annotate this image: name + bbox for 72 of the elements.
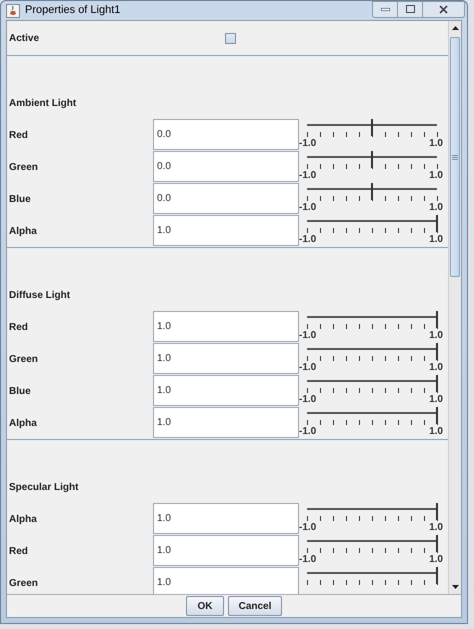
min-label: -1.0 xyxy=(299,363,316,373)
maximize-icon xyxy=(406,5,414,13)
scroll-down-icon xyxy=(452,585,458,589)
value-field[interactable]: 0.0 xyxy=(153,151,299,182)
slider-track[interactable] xyxy=(307,535,437,555)
channel-label: Red xyxy=(8,545,29,559)
value-field[interactable]: 1.0 xyxy=(153,375,299,406)
value-field[interactable]: 1.0 xyxy=(153,407,299,438)
max-label: 1.0 xyxy=(429,555,443,565)
slider-track[interactable] xyxy=(307,343,437,363)
slider-track[interactable] xyxy=(307,311,437,331)
value-field[interactable]: 1.0 xyxy=(153,503,299,534)
slider-track[interactable] xyxy=(307,503,437,523)
channel-label: Blue xyxy=(8,385,32,399)
vertical-scrollbar[interactable] xyxy=(448,21,461,594)
min-label: -1.0 xyxy=(299,395,316,405)
active-checkbox[interactable] xyxy=(225,32,236,44)
min-label: -1.0 xyxy=(299,555,316,565)
channel-label: Red xyxy=(8,321,29,335)
scrollbar-thumb[interactable] xyxy=(450,37,460,277)
max-label: 1.0 xyxy=(429,331,443,341)
value-field[interactable]: 1.0 xyxy=(153,311,299,342)
min-label: -1.0 xyxy=(299,235,316,245)
channel-label: Blue xyxy=(8,193,32,207)
max-label: 1.0 xyxy=(429,235,443,245)
max-label: 1.0 xyxy=(429,427,443,437)
slider-track[interactable] xyxy=(307,567,437,587)
dialog-button[interactable]: Cancel xyxy=(228,596,282,616)
scroll-up-icon xyxy=(452,26,458,30)
slider-track[interactable] xyxy=(307,215,437,235)
max-label: 1.0 xyxy=(429,363,443,373)
value-field[interactable]: 0.0 xyxy=(153,183,299,214)
value-field[interactable]: 1.0 xyxy=(153,567,299,594)
java-cup-icon xyxy=(6,4,20,18)
window-title: Properties of Light1 xyxy=(25,3,120,18)
min-label: -1.0 xyxy=(299,523,316,533)
active-label: Active xyxy=(8,32,40,46)
section-heading: Ambient Light xyxy=(8,97,76,111)
max-label: 1.0 xyxy=(429,203,443,213)
channel-label: Alpha xyxy=(8,417,38,431)
max-label: 1.0 xyxy=(429,395,443,405)
max-label: 1.0 xyxy=(429,139,443,149)
section-heading: Diffuse Light xyxy=(8,289,70,303)
channel-label: Green xyxy=(8,161,39,175)
dialog-button[interactable]: OK xyxy=(186,596,224,616)
min-label: -1.0 xyxy=(299,171,316,181)
channel-label: Green xyxy=(8,353,39,367)
min-label: -1.0 xyxy=(299,427,316,437)
min-label: -1.0 xyxy=(299,139,316,149)
value-field[interactable]: 0.0 xyxy=(153,119,299,150)
slider-track[interactable] xyxy=(307,407,437,427)
channel-label: Red xyxy=(8,129,29,143)
slider-track[interactable] xyxy=(307,183,437,203)
max-label: 1.0 xyxy=(429,171,443,181)
slider-track[interactable] xyxy=(307,375,437,395)
channel-label: Green xyxy=(8,577,39,591)
close-icon xyxy=(439,4,448,14)
section-heading: Specular Light xyxy=(8,481,78,495)
value-field[interactable]: 1.0 xyxy=(153,343,299,374)
min-label: -1.0 xyxy=(299,203,316,213)
minimize-icon xyxy=(380,8,390,10)
min-label: -1.0 xyxy=(299,331,316,341)
value-field[interactable]: 1.0 xyxy=(153,535,299,566)
max-label: 1.0 xyxy=(429,523,443,533)
slider-track[interactable] xyxy=(307,151,437,171)
minimize-button[interactable] xyxy=(372,0,398,18)
channel-label: Alpha xyxy=(8,225,38,239)
channel-label: Alpha xyxy=(8,513,38,527)
slider-track[interactable] xyxy=(307,119,437,139)
close-button[interactable] xyxy=(423,0,465,18)
maximize-button[interactable] xyxy=(398,0,423,18)
value-field[interactable]: 1.0 xyxy=(153,215,299,246)
